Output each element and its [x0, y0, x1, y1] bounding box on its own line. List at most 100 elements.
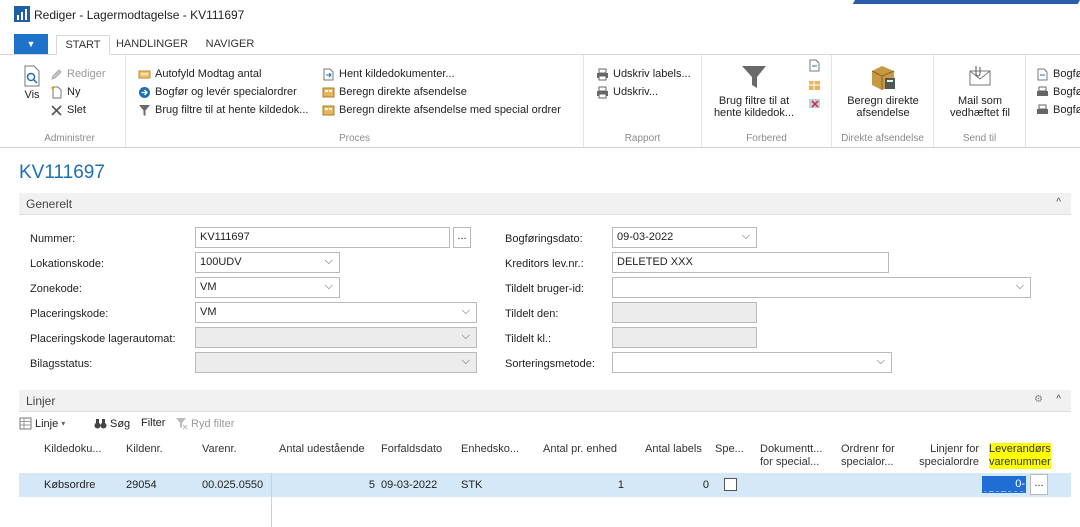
grid-icon[interactable] [808, 79, 821, 92]
autofyld-button[interactable]: Autofyld Modtag antal [138, 66, 261, 82]
bilagsstatus-field[interactable]: ⌵ [195, 352, 477, 373]
section-linjer[interactable]: Linjer ⚙ ^ [19, 390, 1071, 412]
col-kildenr[interactable]: Kildenr. [126, 443, 163, 456]
placeringskode-label: Placeringskode: [30, 308, 109, 320]
chevron-down-icon[interactable]: ⌵ [325, 280, 333, 293]
tab-naviger[interactable]: NAVIGER [196, 35, 264, 55]
special-checkbox[interactable] [724, 478, 737, 491]
col-enhedskode[interactable]: Enhedsko... [461, 443, 519, 456]
mail-attachment-icon [965, 63, 995, 91]
mail-button[interactable]: Mail som vedhæftet fil [934, 63, 1026, 119]
hent-kildedokumenter-button[interactable]: Hent kildedokumenter... [322, 66, 455, 82]
udskriv-labels-button[interactable]: Udskriv labels... [596, 66, 691, 82]
table-row[interactable]: Købsordre 29054 00.025.0550 5 09-03-2022… [19, 473, 1071, 497]
col-antal-pr-enhed[interactable]: Antal pr. enhed [543, 443, 617, 456]
ribbon-menu-dropdown[interactable]: ▼ [14, 34, 48, 54]
col-linjenr[interactable]: Linjenr for specialordre [914, 443, 979, 469]
collapse-chevron-icon[interactable]: ^ [1056, 394, 1061, 405]
col-antal-labels[interactable]: Antal labels [645, 443, 702, 456]
beregn-direkte-line1: Beregn direkte [847, 95, 919, 107]
post-print-icon [1036, 104, 1049, 117]
chevron-down-icon[interactable]: ⌵ [462, 355, 470, 368]
cell-antal-udestaaende: 5 [368, 479, 375, 491]
nummer-lookup-button[interactable]: ... [453, 227, 471, 248]
tab-handlinger[interactable]: HANDLINGER [112, 35, 192, 55]
cell-enhedskode: STK [461, 479, 483, 491]
section-linjer-label: Linjer [26, 394, 56, 408]
chevron-down-icon[interactable]: ⌵ [1016, 280, 1024, 293]
calculate-icon [322, 86, 335, 99]
col-kildedok[interactable]: Kildedoku... [44, 443, 101, 456]
vis-label: Vis [24, 89, 40, 101]
col-linjenr-line1: Linjenr for [930, 443, 979, 455]
ny-button[interactable]: Ny [50, 84, 80, 100]
chevron-down-icon[interactable]: ⌵ [742, 230, 750, 243]
sog-button[interactable]: Søg [94, 417, 130, 430]
cell-kildenr: 29054 [126, 479, 157, 491]
col-spe[interactable]: Spe... [715, 443, 744, 456]
rediger-button[interactable]: Rediger [50, 66, 106, 82]
brug-filtre-button[interactable]: Brug filtre til at hente kildedok... [138, 102, 308, 118]
col-leverandor[interactable]: Leverandørs varenummer [989, 443, 1051, 469]
zonekode-label: Zonekode: [30, 283, 82, 295]
chevron-down-icon[interactable]: ⌵ [877, 355, 885, 368]
cell-antal-pr-enhed: 1 [617, 479, 624, 491]
udskriv-button[interactable]: Udskriv... [596, 84, 658, 100]
cell-forfaldsdato: 09-03-2022 [381, 479, 438, 491]
bogfor-button-3[interactable]: Bogfør [1036, 102, 1080, 118]
nummer-field[interactable]: KV111697 [195, 227, 450, 248]
tildelt-bruger-field[interactable]: ⌵ [612, 277, 1031, 298]
col-forfaldsdato[interactable]: Forfaldsdato [381, 443, 442, 456]
autofill-icon [138, 68, 151, 81]
autofyld-label: Autofyld Modtag antal [155, 68, 262, 80]
grid-icon [19, 417, 32, 430]
ryd-filter-button[interactable]: Ryd filter [175, 417, 234, 430]
zonekode-field[interactable]: VM ⌵ [195, 277, 340, 298]
beregn-direkte-button[interactable]: Beregn direkte afsendelse [322, 84, 467, 100]
lokationskode-field[interactable]: 100UDV ⌵ [195, 252, 340, 273]
tab-start[interactable]: START [56, 35, 110, 55]
group-label-rapport: Rapport [624, 133, 661, 144]
sortering-label: Sorteringsmetode: [505, 358, 595, 370]
tildelt-den-field [612, 302, 757, 323]
chevron-down-icon[interactable]: ⌵ [462, 330, 470, 343]
chevron-down-icon[interactable]: ⌵ [462, 305, 470, 318]
slet-button[interactable]: Slet [50, 102, 86, 118]
placeringskode-value: VM [200, 306, 217, 318]
bogfor-button-2[interactable]: Bogfør [1036, 84, 1080, 100]
settings-gear-icon[interactable]: ⚙ [1034, 394, 1043, 405]
tildelt-kl-label: Tildelt kl.: [505, 333, 552, 345]
clear-icon[interactable] [808, 97, 821, 110]
bogfor-label-1: Bogfør [1053, 68, 1080, 80]
bogfor-lever-button[interactable]: Bogfør og levér specialordrer [138, 84, 297, 100]
document-arrow-icon[interactable] [808, 59, 821, 72]
col-varenr[interactable]: Varenr. [202, 443, 237, 456]
vis-button[interactable]: Vis [20, 65, 44, 101]
brug-filtre-big-button[interactable]: Brug filtre til at hente kildedok... [704, 63, 804, 119]
collapse-chevron-icon[interactable]: ^ [1056, 197, 1061, 208]
sortering-field[interactable]: ⌵ [612, 352, 892, 373]
placeringskode-lager-field[interactable]: ⌵ [195, 327, 477, 348]
col-antal-udestaaende[interactable]: Antal udestående [279, 443, 365, 456]
section-generelt[interactable]: Generelt ^ [19, 193, 1071, 215]
clear-filter-icon [175, 417, 188, 430]
leverandor-lookup-button[interactable]: ... [1030, 474, 1048, 495]
bogfor-button-1[interactable]: Bogfør [1036, 66, 1080, 82]
beregn-direkte-special-button[interactable]: Beregn direkte afsendelse med special or… [322, 102, 561, 118]
group-direkte-afsendelse: Beregn direkte afsendelse Direkte afsend… [832, 55, 934, 147]
calculate-special-icon [322, 104, 335, 117]
bogforingsdato-field[interactable]: 09-03-2022 ⌵ [612, 227, 757, 248]
brug-filtre-label: Brug filtre til at hente kildedok... [155, 104, 309, 116]
chevron-down-icon[interactable]: ⌵ [325, 255, 333, 268]
placeringskode-field[interactable]: VM ⌵ [195, 302, 477, 323]
lines-grid: Kildedoku... Kildenr. Varenr. Antal udes… [19, 437, 1071, 527]
group-label-direkte-afsendelse: Direkte afsendelse [841, 133, 924, 144]
beregn-direkte-big-button[interactable]: Beregn direkte afsendelse [834, 63, 932, 119]
leverandor-varenummer-field[interactable]: 0-0727899 [982, 476, 1026, 493]
kreditors-field[interactable]: DELETED XXX [612, 252, 889, 273]
title-accent [852, 0, 1080, 4]
col-dokumenttype[interactable]: Dokumentt... for special... [760, 443, 822, 469]
col-ordrenr[interactable]: Ordrenr for specialor... [841, 443, 895, 469]
filter-button[interactable]: Filter [141, 417, 165, 429]
linje-menu-button[interactable]: Linje ▾ [19, 417, 65, 430]
